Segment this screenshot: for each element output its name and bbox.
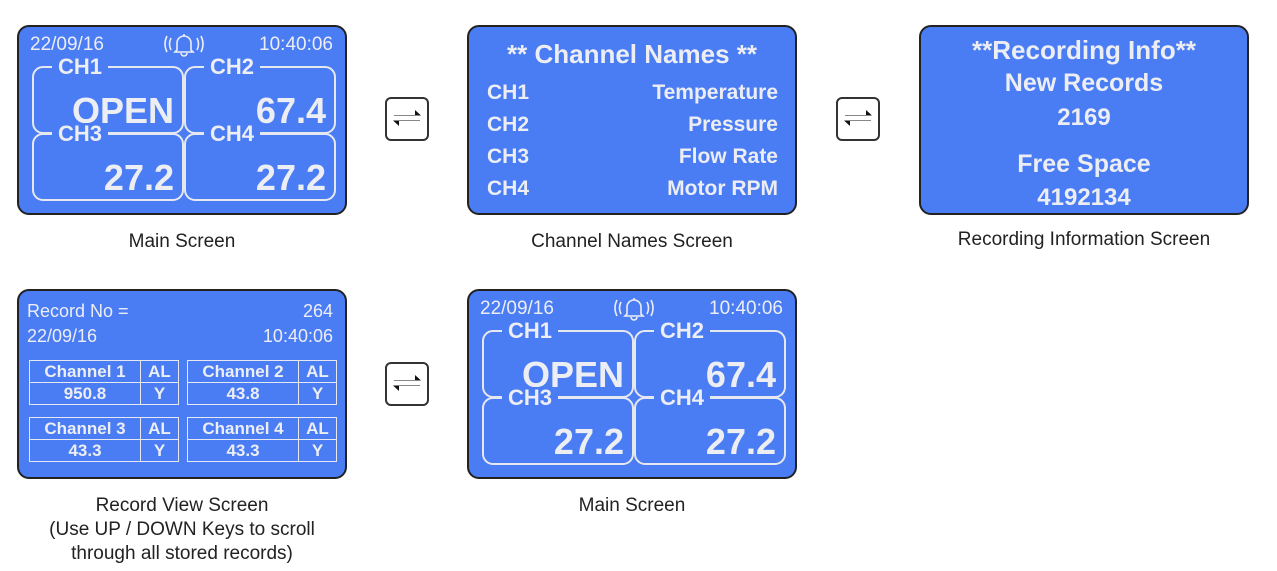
alarm-header: AL — [298, 417, 337, 440]
recording-info-title: **Recording Info** — [972, 35, 1196, 65]
channel-id: CH2 — [487, 113, 530, 136]
time: 10:40:06 — [709, 298, 783, 319]
caption-main-screen: Main Screen — [128, 231, 236, 252]
caption-main-screen-2: Main Screen — [578, 495, 686, 516]
channel-3-box: CH3 27.2 — [32, 123, 184, 201]
channel-3-table: Channel 3 AL 43.3 Y — [29, 417, 179, 462]
date: 22/09/16 — [480, 298, 554, 319]
caption-channel-names: Channel Names Screen — [531, 231, 733, 252]
caption-line: Record View Screen — [95, 495, 269, 516]
alarm-bell-icon — [164, 34, 204, 57]
alarm-state: Y — [298, 439, 337, 462]
channel-name: Channel 3 — [29, 417, 141, 440]
alarm-header: AL — [140, 417, 179, 440]
alarm-header: AL — [298, 360, 337, 383]
alarm-state: Y — [298, 382, 337, 405]
caption-recording-info: Recording Information Screen — [957, 229, 1211, 250]
channel-4-box: CH4 27.2 — [634, 387, 786, 465]
recording-info-screen: **Recording Info** New Records 2169 Free… — [919, 25, 1249, 215]
alarm-header: AL — [140, 360, 179, 383]
channel-name: Channel 1 — [29, 360, 141, 383]
main-screen: 22/09/16 10:40:06 CH1 OPEN CH2 67.4 CH3 27.… — [17, 25, 347, 215]
swap-arrows-icon — [385, 362, 429, 406]
channel-value: 43.3 — [29, 439, 141, 462]
record-view-screen: Record No = 264 22/09/16 10:40:06 Channe… — [17, 289, 347, 479]
channel-label: CH4 — [204, 123, 261, 145]
channel-value: 43.3 — [187, 439, 299, 462]
channel-value: 67.4 — [255, 90, 326, 131]
channel-names-title: ** Channel Names ** — [507, 39, 757, 69]
swap-arrows-icon — [385, 97, 429, 141]
record-time: 10:40:06 — [262, 326, 333, 346]
channel-value: 67.4 — [705, 354, 776, 395]
date: 22/09/16 — [30, 34, 104, 55]
channel-names-screen: ** Channel Names ** CH1 Temperature CH2 … — [467, 25, 797, 215]
channel-value: 27.2 — [553, 421, 624, 462]
channel-id: CH3 — [487, 145, 530, 168]
channel-label: CH3 — [52, 123, 109, 145]
channel-4-box: CH4 27.2 — [184, 123, 336, 201]
caption-record-view: Record View Screen (Use UP / DOWN Keys t… — [2, 494, 362, 566]
channel-label: CH2 — [654, 320, 711, 342]
caption-line: (Use UP / DOWN Keys to scroll — [49, 519, 315, 540]
channel-value: 950.8 — [29, 382, 141, 405]
channel-name: Pressure — [688, 113, 778, 136]
alarm-state: Y — [140, 382, 179, 405]
channel-label: CH1 — [502, 320, 559, 342]
channel-name: Channel 2 — [187, 360, 299, 383]
channel-label: CH1 — [52, 56, 109, 78]
channel-value: 27.2 — [255, 157, 326, 198]
channel-id: CH4 — [487, 177, 530, 200]
channel-label: CH4 — [654, 387, 711, 409]
free-space-value: 4192134 — [1037, 184, 1131, 211]
channel-id: CH1 — [487, 81, 530, 104]
record-number: 264 — [302, 301, 333, 321]
channel-label: CH3 — [502, 387, 559, 409]
channel-name: Temperature — [652, 81, 778, 104]
channel-name: Motor RPM — [667, 177, 778, 200]
channel-4-table: Channel 4 AL 43.3 Y — [187, 417, 337, 462]
channel-2-table: Channel 2 AL 43.8 Y — [187, 360, 337, 405]
new-records-value: 2169 — [1057, 104, 1111, 131]
channel-value: 27.2 — [705, 421, 776, 462]
record-number-label: Record No = — [27, 301, 129, 321]
new-records-label: New Records — [1004, 69, 1164, 97]
channel-name: Channel 4 — [187, 417, 299, 440]
swap-arrows-icon — [836, 97, 880, 141]
alarm-state: Y — [140, 439, 179, 462]
free-space-label: Free Space — [1017, 150, 1151, 178]
main-screen-return: 22/09/16 10:40:06 CH1 OPEN CH2 67.4 CH3 27.… — [467, 289, 797, 479]
channel-3-box: CH3 27.2 — [482, 387, 634, 465]
channel-1-table: Channel 1 AL 950.8 Y — [29, 360, 179, 405]
channel-value: 43.8 — [187, 382, 299, 405]
time: 10:40:06 — [259, 34, 333, 55]
alarm-bell-icon — [614, 298, 654, 321]
caption-line: through all stored records) — [71, 543, 293, 564]
record-date: 22/09/16 — [27, 326, 98, 346]
channel-name: Flow Rate — [678, 145, 778, 168]
channel-label: CH2 — [204, 56, 261, 78]
channel-value: 27.2 — [103, 157, 174, 198]
